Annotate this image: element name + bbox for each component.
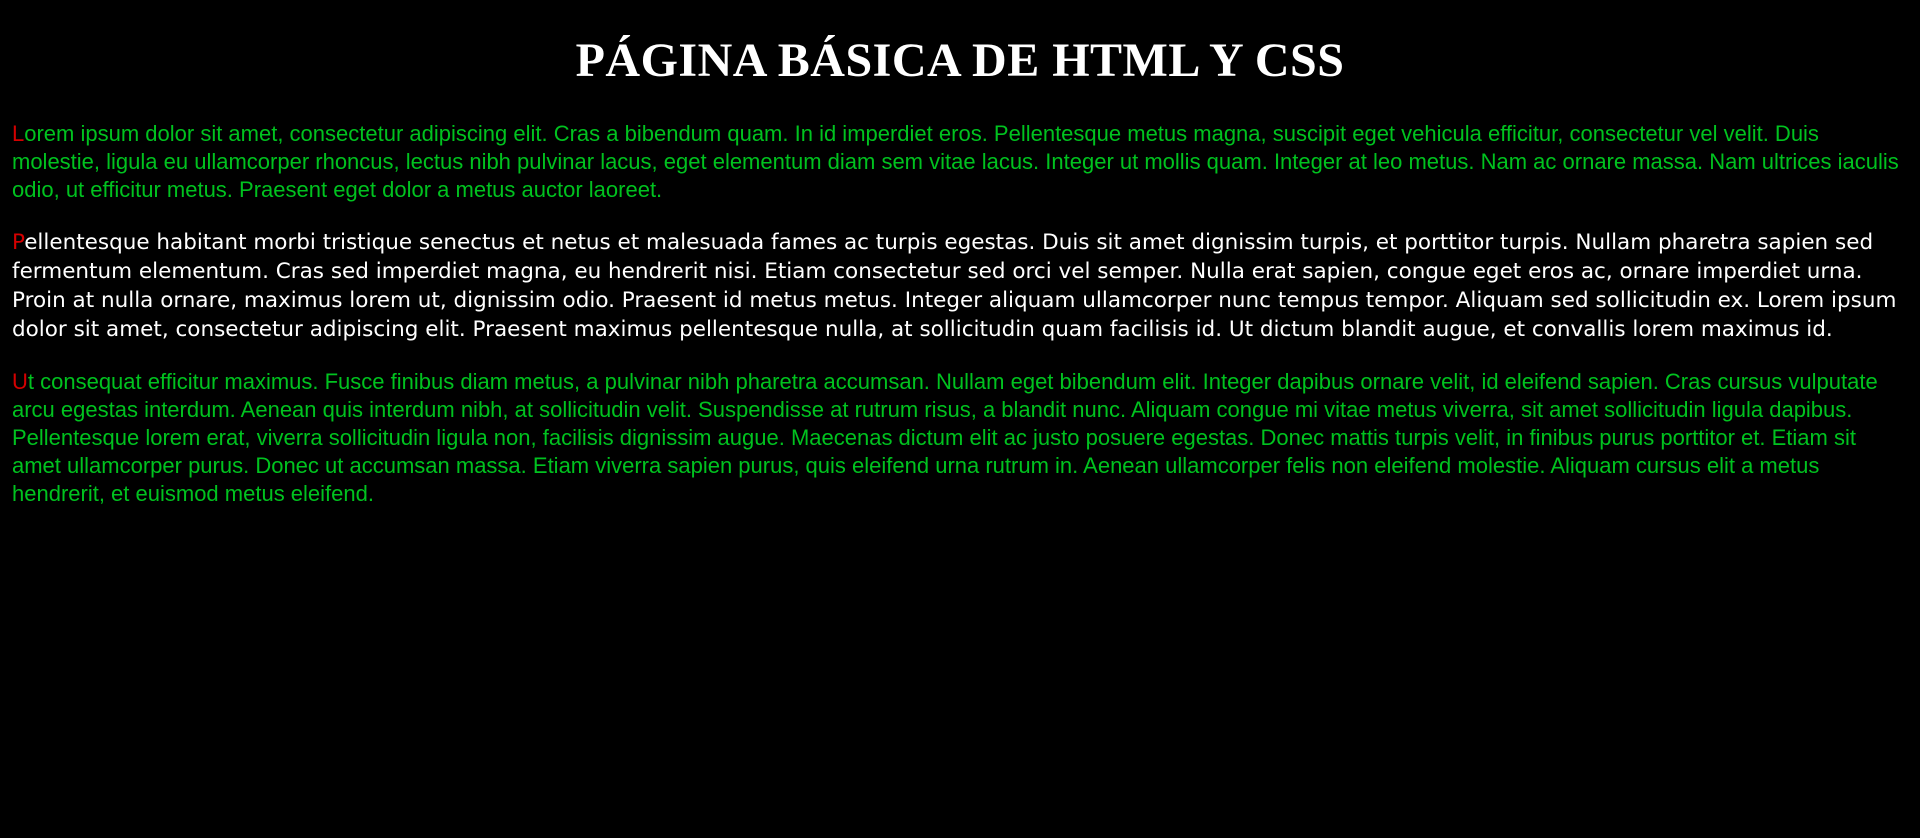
paragraph-1: Lorem ipsum dolor sit amet, consectetur … [12,120,1908,204]
paragraph-3: Ut consequat efficitur maximus. Fusce fi… [12,368,1908,508]
paragraph-2: Pellentesque habitant morbi tristique se… [12,228,1908,344]
paragraph-1-initial: L [12,121,25,146]
paragraph-1-text: orem ipsum dolor sit amet, consectetur a… [12,121,1899,202]
paragraph-3-text: t consequat efficitur maximus. Fusce fin… [12,369,1878,506]
paragraph-2-text: ellentesque habitant morbi tristique sen… [12,230,1897,342]
paragraph-3-initial: U [12,369,28,394]
paragraph-2-initial: P [12,230,25,255]
page-title: PÁGINA BÁSICA DE HTML Y CSS [575,34,1345,87]
